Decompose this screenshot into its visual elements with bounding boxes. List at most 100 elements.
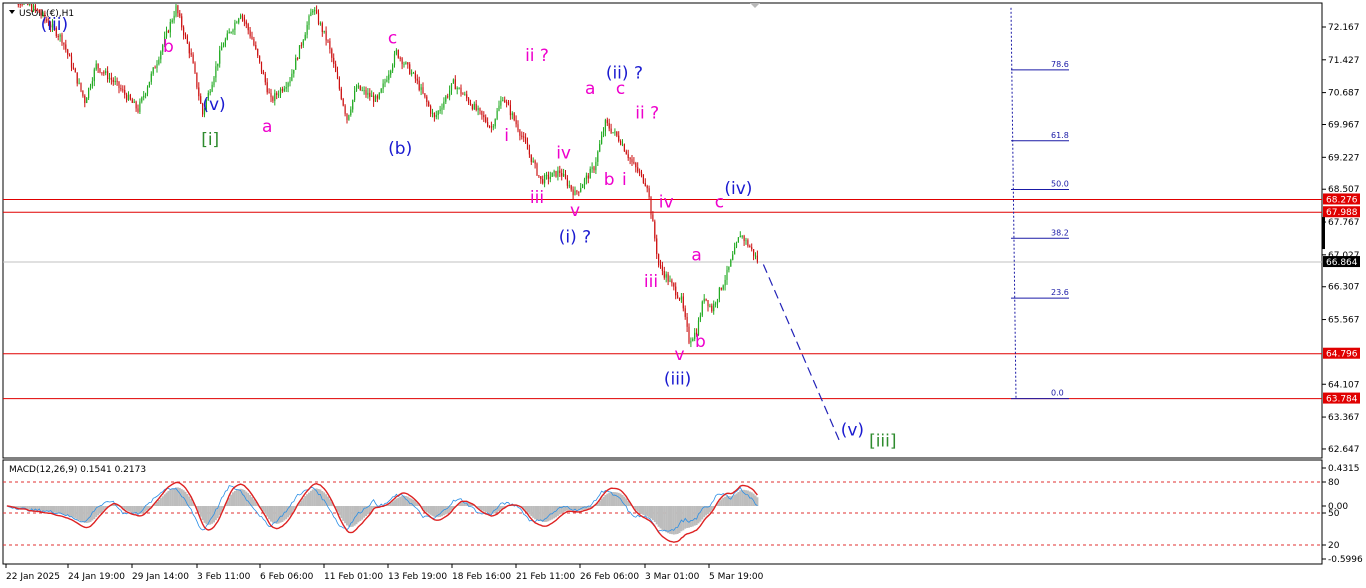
candle-body	[97, 63, 99, 69]
candle-body	[680, 296, 682, 300]
candle-body	[276, 93, 278, 95]
candle-body	[639, 171, 641, 173]
candle-body	[342, 98, 344, 106]
candle-body	[589, 168, 591, 179]
candle-body	[302, 40, 304, 46]
candle-body	[222, 45, 225, 48]
candle-body	[734, 247, 736, 255]
candle-body	[169, 21, 171, 33]
candle-body	[500, 100, 502, 106]
wave-label: ii ?	[525, 46, 549, 66]
macd-y-tick-label: 80	[1328, 478, 1340, 488]
candle-body	[255, 45, 257, 50]
wave-label: c	[715, 192, 724, 212]
candle-body	[234, 22, 236, 30]
candle-body	[19, 4, 21, 5]
candle-body	[112, 79, 114, 83]
candle-body	[576, 190, 578, 192]
candle-body	[595, 161, 597, 171]
candle-body	[38, 9, 40, 13]
candle-body	[392, 64, 394, 71]
macd-histogram-bar	[545, 506, 548, 522]
candle-body	[561, 173, 563, 177]
macd-histogram-bar	[404, 496, 407, 506]
fib-level-label: 78.6	[1051, 60, 1069, 69]
candle-body	[566, 178, 568, 186]
candle-body	[91, 81, 93, 87]
candle-body	[298, 45, 301, 59]
candle-body	[331, 49, 333, 58]
candle-body	[690, 341, 692, 343]
candle-body	[63, 42, 65, 45]
candle-body	[669, 280, 671, 282]
macd-histogram-bar	[165, 492, 168, 506]
candle-body	[221, 47, 223, 51]
macd-histogram-bar	[340, 506, 343, 519]
macd-histogram-bar	[290, 506, 293, 513]
candle-body	[317, 12, 320, 24]
candle-body	[278, 94, 280, 96]
candle-body	[625, 151, 627, 155]
macd-histogram-bar	[199, 506, 202, 517]
candle-body	[270, 93, 272, 98]
candle-body	[711, 305, 713, 312]
macd-histogram-bar	[214, 506, 217, 521]
macd-histogram-bar	[667, 506, 670, 534]
macd-histogram-bar	[399, 496, 402, 506]
macd-histogram-bar	[277, 506, 280, 524]
macd-histogram-bar	[608, 492, 611, 506]
macd-histogram-bar	[598, 501, 601, 506]
candle-body	[198, 87, 200, 97]
macd-histogram-bar	[233, 490, 236, 506]
price-tag-label: 63.784	[1326, 395, 1358, 405]
x-tick-label: 5 Mar 19:00	[709, 572, 764, 582]
macd-histogram-bar	[528, 506, 531, 515]
candle-body	[703, 298, 705, 302]
y-tick-label: 65.567	[1328, 316, 1360, 326]
candle-body	[146, 87, 149, 94]
candle-body	[753, 249, 755, 256]
candle-body	[295, 58, 297, 70]
candle-body	[133, 101, 135, 103]
candle-body	[756, 255, 758, 262]
macd-histogram-bar	[279, 506, 282, 523]
candle-body	[633, 162, 635, 164]
candle-body	[325, 30, 327, 41]
macd-histogram-bar	[650, 506, 652, 519]
candle-body	[705, 298, 707, 301]
candle-body	[150, 73, 152, 82]
candle-body	[631, 159, 633, 163]
macd-histogram-bar	[425, 506, 428, 513]
macd-histogram-bar	[74, 506, 77, 519]
macd-histogram-bar	[323, 492, 326, 506]
macd-histogram-bar	[232, 492, 234, 506]
candle-body	[754, 255, 757, 257]
candle-body	[359, 85, 361, 91]
macd-histogram-bar	[342, 506, 345, 521]
wave-label: (i) ?	[559, 228, 591, 248]
candle-body	[604, 119, 606, 132]
macd-histogram-bar	[159, 498, 162, 506]
macd-histogram-bar	[699, 506, 702, 522]
candle-body	[591, 167, 593, 169]
candle-body	[726, 269, 728, 280]
y-tick-label: 69.227	[1328, 153, 1360, 163]
candle-body	[186, 36, 188, 44]
candle-body	[528, 149, 530, 155]
candle-body	[547, 174, 549, 180]
macd-histogram-bar	[163, 494, 166, 506]
candle-body	[441, 107, 443, 110]
macd-histogram-bar	[640, 506, 643, 514]
candle-body	[715, 303, 717, 305]
wave-label: (iv)	[724, 179, 752, 199]
candle-body	[213, 77, 215, 85]
candle-body	[583, 179, 586, 185]
macd-histogram-bar	[83, 506, 86, 523]
macd-histogram-bar	[241, 489, 244, 506]
macd-histogram-bar	[311, 489, 314, 506]
candle-body	[27, 4, 29, 5]
candle-body	[623, 144, 625, 152]
candle-body	[684, 308, 686, 317]
candle-body	[158, 59, 160, 64]
wave-label: v	[570, 201, 580, 221]
